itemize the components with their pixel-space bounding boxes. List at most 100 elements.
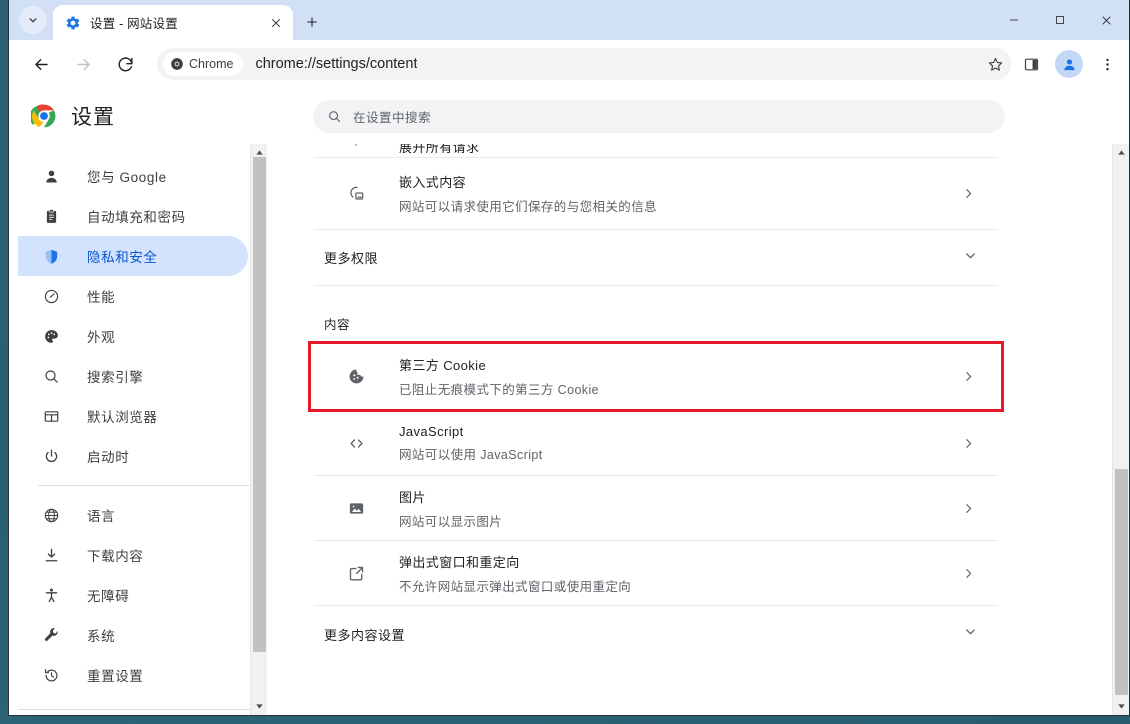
minimize-icon (1010, 19, 1018, 21)
bookmark-button[interactable] (979, 48, 1011, 80)
tab-settings[interactable]: 设置 - 网站设置 (53, 5, 293, 40)
forward-arrow-icon (76, 58, 90, 70)
caret-down-icon (1118, 704, 1125, 709)
cookie-icon (346, 367, 366, 387)
palette-icon (41, 326, 61, 346)
page-title: 设置 (71, 106, 115, 129)
sidebar-item-default-browser[interactable]: 默认浏览器 (18, 396, 250, 436)
chevron-down-icon (29, 18, 37, 23)
chrome-menu-button[interactable] (1091, 48, 1123, 80)
sidebar-divider (38, 485, 250, 486)
row-title: JavaScript (399, 423, 464, 439)
chevron-right-icon (958, 367, 978, 387)
caret-up-icon (1118, 150, 1125, 155)
page-scroll-up-button[interactable] (1113, 144, 1129, 161)
sidebar-item-privacy-and-security[interactable]: 隐私和安全 (18, 236, 248, 276)
power-icon (41, 446, 61, 466)
chevron-right-icon (958, 563, 978, 583)
sidebar-item-label: 性能 (87, 290, 116, 305)
row-title: 弹出式窗口和重定向 (399, 554, 520, 570)
toolbar-right-icons (1015, 48, 1123, 80)
maximize-icon (1056, 16, 1064, 24)
row-javascript[interactable]: JavaScript 网站可以使用 JavaScript (314, 411, 998, 476)
sidebar-group-primary: 您与 Google 自动填充和密码 隐私和安全 性能 外观 搜索引擎 默认浏览器… (18, 144, 250, 476)
sidebar-item-label: 自动填充和密码 (87, 210, 186, 225)
sidebar-item-system[interactable]: 系统 (18, 615, 250, 655)
row-third-party-cookies-text: 第三方 Cookie 已阻止无痕模式下的第三方 Cookie (399, 355, 958, 398)
page-scrollbar-thumb[interactable] (1115, 469, 1128, 695)
sidebar-item-label: 外观 (87, 330, 116, 345)
maximize-button[interactable] (1037, 0, 1083, 40)
address-bar[interactable]: Chrome chrome://settings/content (157, 48, 1011, 80)
row-title: 嵌入式内容 (399, 175, 467, 190)
reload-button[interactable] (109, 48, 141, 80)
sidebar-item-search-engine[interactable]: 搜索引擎 (18, 356, 250, 396)
sidebar-scrollbar-thumb[interactable] (253, 157, 266, 652)
sidebar-item-downloads[interactable]: 下载内容 (18, 535, 250, 575)
tab-close-button[interactable] (267, 14, 285, 32)
more-permissions-label: 更多权限 (324, 251, 379, 266)
sidebar-item-label: 重置设置 (87, 669, 144, 684)
profile-button[interactable] (1053, 48, 1085, 80)
row-popups-and-redirects[interactable]: 弹出式窗口和重定向 不允许网站显示弹出式窗口或使用重定向 (314, 541, 998, 606)
tab-search-button[interactable] (19, 6, 47, 34)
sidebar-item-label: 下载内容 (87, 549, 144, 564)
forward-button[interactable] (67, 48, 99, 80)
sidebar-item-appearance[interactable]: 外观 (18, 316, 250, 356)
sidebar-item-languages[interactable]: 语言 (18, 495, 250, 535)
settings-card: 展开所有请求 嵌入式内容 网站可以请求使用它们保存的与您相关的信息 更多权限 内… (308, 144, 1004, 662)
clipboard-icon (41, 206, 61, 226)
bullet-icon (346, 144, 366, 152)
avatar (1055, 50, 1083, 78)
back-button[interactable] (25, 48, 57, 80)
row-subtitle: 已阻止无痕模式下的第三方 Cookie (399, 383, 599, 397)
row-subtitle: 不允许网站显示弹出式窗口或使用重定向 (399, 579, 632, 594)
sidebar-item-performance[interactable]: 性能 (18, 276, 250, 316)
row-popups-text: 弹出式窗口和重定向 不允许网站显示弹出式窗口或使用重定向 (399, 552, 958, 595)
chrome-logo-icon (31, 104, 56, 128)
sidebar-bottom-divider (18, 709, 250, 710)
side-panel-icon (1024, 58, 1038, 70)
row-embedded-content[interactable]: 嵌入式内容 网站可以请求使用它们保存的与您相关的信息 (314, 158, 998, 230)
browser-window: 设置 - 网站设置 Chrome chrome://settings/conte… (8, 0, 1130, 716)
chevron-down-icon (963, 248, 978, 268)
history-restore-icon (41, 665, 61, 685)
chevron-right-icon (958, 433, 978, 453)
section-title-content: 内容 (324, 318, 351, 332)
code-brackets-icon (346, 433, 366, 453)
clipped-row-expand-all-requests[interactable]: 展开所有请求 (314, 144, 998, 158)
page-scrollbar[interactable] (1112, 144, 1129, 715)
sidebar-item-on-startup[interactable]: 启动时 (18, 436, 250, 476)
chrome-chip: Chrome (163, 52, 244, 76)
row-more-content-settings[interactable]: 更多内容设置 (314, 606, 998, 662)
avatar-icon (1063, 58, 1075, 70)
close-window-button[interactable] (1083, 0, 1129, 40)
row-title: 第三方 Cookie (399, 358, 487, 373)
embedded-content-icon (346, 184, 366, 204)
sidebar-item-autofill[interactable]: 自动填充和密码 (18, 196, 250, 236)
chevron-right-icon (958, 498, 978, 518)
sidebar-item-reset-settings[interactable]: 重置设置 (18, 655, 250, 695)
row-images[interactable]: 图片 网站可以显示图片 (314, 476, 998, 541)
new-tab-button[interactable] (299, 9, 325, 35)
gear-icon (66, 16, 80, 29)
sidebar-item-you-and-google[interactable]: 您与 Google (18, 156, 250, 196)
external-link-icon (346, 563, 366, 583)
minimize-button[interactable] (991, 0, 1037, 40)
search-placeholder: 在设置中搜索 (353, 111, 432, 125)
search-icon (329, 111, 341, 123)
row-third-party-cookies[interactable]: 第三方 Cookie 已阻止无痕模式下的第三方 Cookie (308, 341, 1004, 412)
sidebar-scrollbar[interactable] (250, 144, 267, 715)
search-settings-input[interactable]: 在设置中搜索 (313, 100, 1005, 133)
row-more-permissions[interactable]: 更多权限 (314, 230, 998, 286)
sidebar-item-accessibility[interactable]: 无障碍 (18, 575, 250, 615)
clipped-row-title: 展开所有请求 (399, 144, 480, 155)
row-javascript-text: JavaScript 网站可以使用 JavaScript (399, 424, 958, 463)
search-icon (41, 366, 61, 386)
plus-icon (307, 17, 317, 27)
browser-window-icon (41, 406, 61, 426)
side-panel-button[interactable] (1015, 48, 1047, 80)
chevron-down-icon (963, 624, 978, 644)
sidebar-scroll-down-button[interactable] (251, 698, 268, 715)
page-scroll-down-button[interactable] (1113, 698, 1129, 715)
